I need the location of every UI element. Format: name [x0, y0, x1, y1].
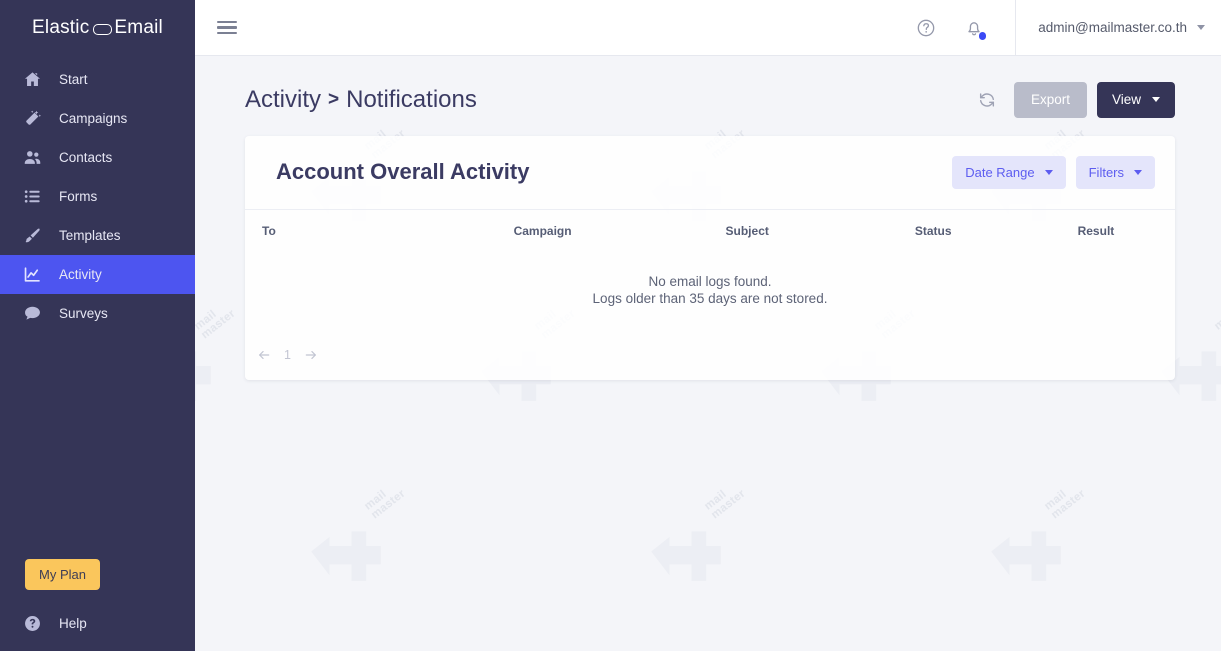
- view-button[interactable]: View: [1096, 82, 1175, 118]
- column-header-campaign[interactable]: Campaign: [440, 210, 645, 251]
- table-header-row: To Campaign Subject Status Result: [245, 210, 1175, 251]
- export-button[interactable]: Export: [1013, 82, 1087, 118]
- arrow-right-icon[interactable]: [303, 347, 319, 363]
- chevron-down-icon: [1134, 169, 1142, 175]
- sidebar: Elastic Email Start Campaigns Contacts F…: [0, 0, 195, 651]
- sidebar-item-label: Surveys: [59, 305, 108, 321]
- chart-line-icon: [23, 265, 42, 284]
- empty-state-line-1: No email logs found.: [648, 273, 772, 289]
- sidebar-item-surveys[interactable]: Surveys: [0, 294, 195, 333]
- breadcrumb-current: Notifications: [346, 85, 477, 113]
- my-plan-button[interactable]: My Plan: [25, 559, 100, 590]
- brand-logo[interactable]: Elastic Email: [0, 0, 195, 56]
- bell-icon[interactable]: [963, 17, 987, 40]
- breadcrumb-separator: >: [328, 88, 340, 110]
- brand-name-right: Email: [114, 17, 163, 38]
- hamburger-menu-icon[interactable]: [217, 18, 237, 38]
- breadcrumb: Activity > Notifications: [245, 86, 477, 114]
- arrow-left-icon[interactable]: [256, 347, 272, 363]
- sidebar-item-label: Forms: [59, 188, 98, 204]
- sidebar-help-label: Help: [59, 615, 87, 631]
- filters-button[interactable]: Filters: [1075, 155, 1155, 189]
- main-content: Activity > Notifications Export View Acc…: [195, 56, 1221, 651]
- notification-dot: [978, 32, 987, 40]
- content-area: mailmastermailmastermailmastermailmaster…: [195, 0, 1221, 651]
- sidebar-item-label: Start: [59, 71, 88, 87]
- activity-card: Account Overall Activity Date Range Filt…: [245, 135, 1175, 380]
- column-header-status[interactable]: Status: [849, 210, 1016, 251]
- my-plan-wrapper: My Plan: [0, 559, 195, 590]
- sidebar-item-campaigns[interactable]: Campaigns: [0, 99, 195, 138]
- breadcrumb-parent[interactable]: Activity: [245, 86, 321, 114]
- page-header: Activity > Notifications Export View: [245, 56, 1175, 136]
- people-icon: [23, 148, 42, 167]
- column-header-subject[interactable]: Subject: [645, 210, 850, 251]
- date-range-label: Date Range: [965, 164, 1035, 180]
- table-head: To Campaign Subject Status Result: [245, 210, 1175, 251]
- refresh-icon[interactable]: [976, 89, 998, 111]
- chevron-down-icon: [1152, 97, 1160, 103]
- link-oval-icon: [93, 23, 113, 35]
- chat-bubble-icon: [23, 304, 42, 323]
- card-title: Account Overall Activity: [276, 159, 530, 184]
- pagination: 1: [245, 341, 1175, 380]
- chevron-down-icon: [1044, 169, 1053, 175]
- brand-name-left: Elastic: [32, 17, 90, 38]
- sidebar-item-help[interactable]: Help: [0, 614, 195, 633]
- top-bar: admin@mailmaster.co.th: [195, 0, 1221, 56]
- sidebar-item-contacts[interactable]: Contacts: [0, 138, 195, 177]
- user-email: admin@mailmaster.co.th: [1038, 20, 1187, 35]
- paint-brush-icon: [23, 226, 42, 245]
- sidebar-item-label: Contacts: [59, 149, 113, 165]
- app-root: Elastic Email Start Campaigns Contacts F…: [0, 0, 1221, 651]
- empty-state-line-2: Logs older than 35 days are not stored.: [592, 290, 828, 306]
- sidebar-item-label: Templates: [59, 227, 121, 243]
- column-header-to[interactable]: To: [245, 210, 440, 251]
- date-range-button[interactable]: Date Range: [952, 155, 1066, 189]
- magic-wand-icon: [23, 109, 42, 128]
- column-header-result[interactable]: Result: [1017, 210, 1175, 251]
- filters-label: Filters: [1088, 164, 1124, 180]
- home-icon: [23, 70, 42, 89]
- user-menu[interactable]: admin@mailmaster.co.th: [1015, 0, 1221, 56]
- chevron-down-icon: [1197, 25, 1205, 30]
- sidebar-item-templates[interactable]: Templates: [0, 216, 195, 255]
- sidebar-item-activity[interactable]: Activity: [0, 255, 195, 294]
- list-icon: [23, 187, 42, 206]
- empty-state: No email logs found. Logs older than 35 …: [245, 251, 1175, 341]
- pagination-current-page[interactable]: 1: [282, 348, 293, 362]
- card-header: Account Overall Activity Date Range Filt…: [245, 136, 1175, 210]
- question-circle-icon: [23, 614, 42, 633]
- view-button-label: View: [1111, 92, 1141, 107]
- sidebar-item-label: Campaigns: [59, 110, 128, 126]
- sidebar-item-forms[interactable]: Forms: [0, 177, 195, 216]
- sidebar-item-label: Activity: [59, 266, 102, 282]
- question-circle-outline-icon[interactable]: [915, 17, 937, 39]
- sidebar-item-start[interactable]: Start: [0, 60, 195, 99]
- sidebar-nav: Start Campaigns Contacts Forms Templates…: [0, 60, 195, 333]
- activity-table: To Campaign Subject Status Result: [245, 210, 1175, 251]
